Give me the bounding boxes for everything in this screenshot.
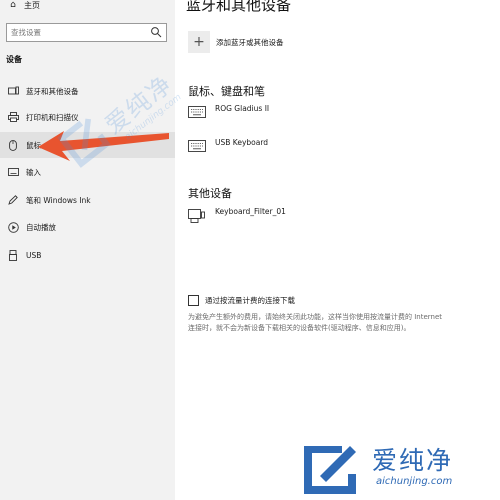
metered-download-option[interactable]: 通过按流量计费的连接下载 [188,295,295,306]
autoplay-icon [7,221,19,233]
device-name: ROG Gladius II [215,104,270,113]
mouse-icon [7,139,19,151]
bluetooth-devices-icon [7,85,19,97]
sidebar-item-label: 蓝牙和其他设备 [26,86,79,96]
brand-url: aichunjing.com [376,476,453,487]
metered-description: 为避免产生额外的费用，请始终关闭此功能，这样当你使用按流量计费的 Interne… [188,313,443,332]
search-icon[interactable] [150,26,162,38]
pen-icon [7,194,19,206]
home-label: 主页 [24,0,40,10]
group-title-other-devices: 其他设备 [188,187,232,200]
brand-logo-icon [304,446,356,494]
keyboard-icon [7,166,19,178]
search-input[interactable] [11,26,141,39]
plus-icon: + [188,31,210,53]
metered-label: 通过按流量计费的连接下载 [205,296,295,305]
sidebar-item-label: 自动播放 [26,222,56,232]
device-name: Keyboard_Filter_01 [215,207,286,216]
generic-device-icon [188,209,205,223]
usb-icon [7,249,19,261]
add-device-button[interactable]: + 添加蓝牙或其他设备 [188,30,284,54]
brand-watermark: 爱纯净 aichunjing.com [300,438,500,498]
page-title: 蓝牙和其他设备 [186,0,292,14]
home-icon: ⌂ [10,0,16,10]
add-device-label: 添加蓝牙或其他设备 [216,37,284,47]
metered-checkbox[interactable] [188,295,199,306]
search-box[interactable] [6,23,167,42]
sidebar-item-label: 笔和 Windows Ink [26,195,91,205]
section-title-devices: 设备 [6,55,22,64]
device-item-other[interactable]: Keyboard_Filter_01 [188,207,286,223]
sidebar-item-usb[interactable]: USB [0,242,175,268]
sidebar-item-label: 输入 [26,167,41,177]
printer-icon [7,111,19,123]
home-link[interactable]: ⌂ 主页 [8,0,40,12]
brand-name: 爱纯净 [372,446,454,475]
sidebar-item-autoplay[interactable]: 自动播放 [0,214,175,240]
sidebar-item-label: USB [26,250,42,260]
